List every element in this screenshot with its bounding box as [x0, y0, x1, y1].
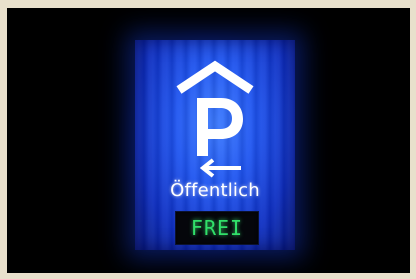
parking-sign: Öffentlich FREI: [135, 40, 295, 250]
parking-p-icon: [197, 98, 243, 156]
status-display: FREI: [175, 211, 259, 245]
sign-graphics: [176, 60, 254, 178]
sign-label: Öffentlich: [170, 180, 260, 201]
roof-icon: [176, 60, 254, 94]
photo-frame: Öffentlich FREI: [7, 8, 410, 273]
arrow-left-icon: [199, 158, 241, 178]
status-display-text: FREI: [190, 216, 244, 240]
